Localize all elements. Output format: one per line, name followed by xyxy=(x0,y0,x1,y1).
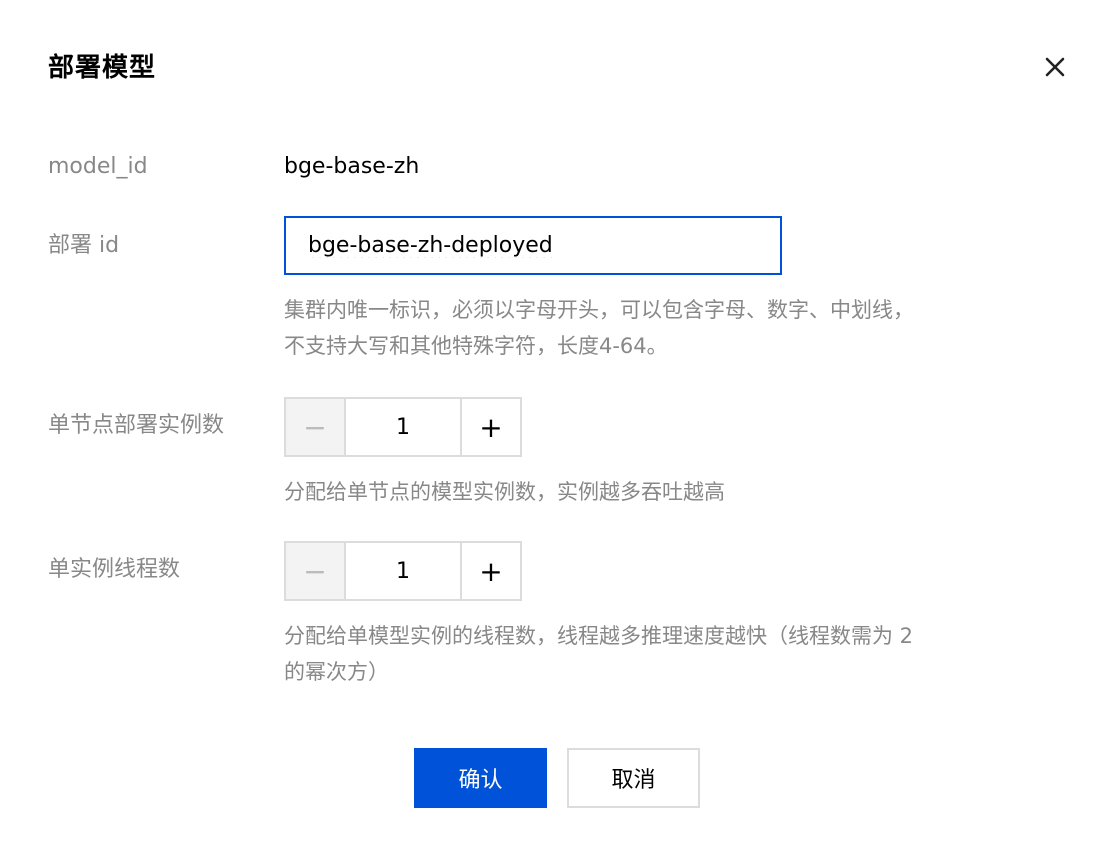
threads-per-instance-help: 分配给单模型实例的线程数，线程越多推理速度越快（线程数需为 2 的幂次方） xyxy=(284,618,1044,690)
instances-value[interactable]: 1 xyxy=(346,399,460,455)
cancel-button[interactable]: 取消 xyxy=(567,748,700,808)
deploy-id-help: 集群内唯一标识，必须以字母开头，可以包含字母、数字、中划线， 不支持大写和其他特… xyxy=(284,292,1044,364)
deploy-id-help-line2: 不支持大写和其他特殊字符，长度4-64。 xyxy=(284,334,668,358)
threads-per-instance-stepper: − 1 + xyxy=(284,541,522,601)
deploy-model-dialog: 部署模型 model_id bge-base-zh 部署 id 集群内唯一标识，… xyxy=(0,0,1110,852)
threads-per-instance-label: 单实例线程数 xyxy=(48,557,181,582)
threads-value[interactable]: 1 xyxy=(346,543,460,599)
instances-per-node-help: 分配给单节点的模型实例数，实例越多吞吐越高 xyxy=(284,480,725,504)
threads-help-line2: 的幂次方） xyxy=(284,660,389,684)
threads-increment-button[interactable]: + xyxy=(460,543,520,599)
instances-per-node-label: 单节点部署实例数 xyxy=(48,413,225,438)
instances-decrement-button[interactable]: − xyxy=(286,399,346,455)
threads-decrement-button[interactable]: − xyxy=(286,543,346,599)
confirm-button[interactable]: 确认 xyxy=(414,748,547,808)
instances-per-node-stepper: − 1 + xyxy=(284,397,522,457)
dialog-title: 部署模型 xyxy=(48,53,157,83)
model-id-value: bge-base-zh xyxy=(284,154,420,179)
deploy-id-input[interactable] xyxy=(284,216,782,275)
instances-increment-button[interactable]: + xyxy=(460,399,520,455)
deploy-id-label: 部署 id xyxy=(48,233,120,258)
deploy-id-help-line1: 集群内唯一标识，必须以字母开头，可以包含字母、数字、中划线， xyxy=(284,298,914,322)
model-id-label: model_id xyxy=(48,154,148,179)
threads-help-line1: 分配给单模型实例的线程数，线程越多推理速度越快（线程数需为 2 xyxy=(284,624,914,648)
close-icon[interactable] xyxy=(1040,52,1070,82)
